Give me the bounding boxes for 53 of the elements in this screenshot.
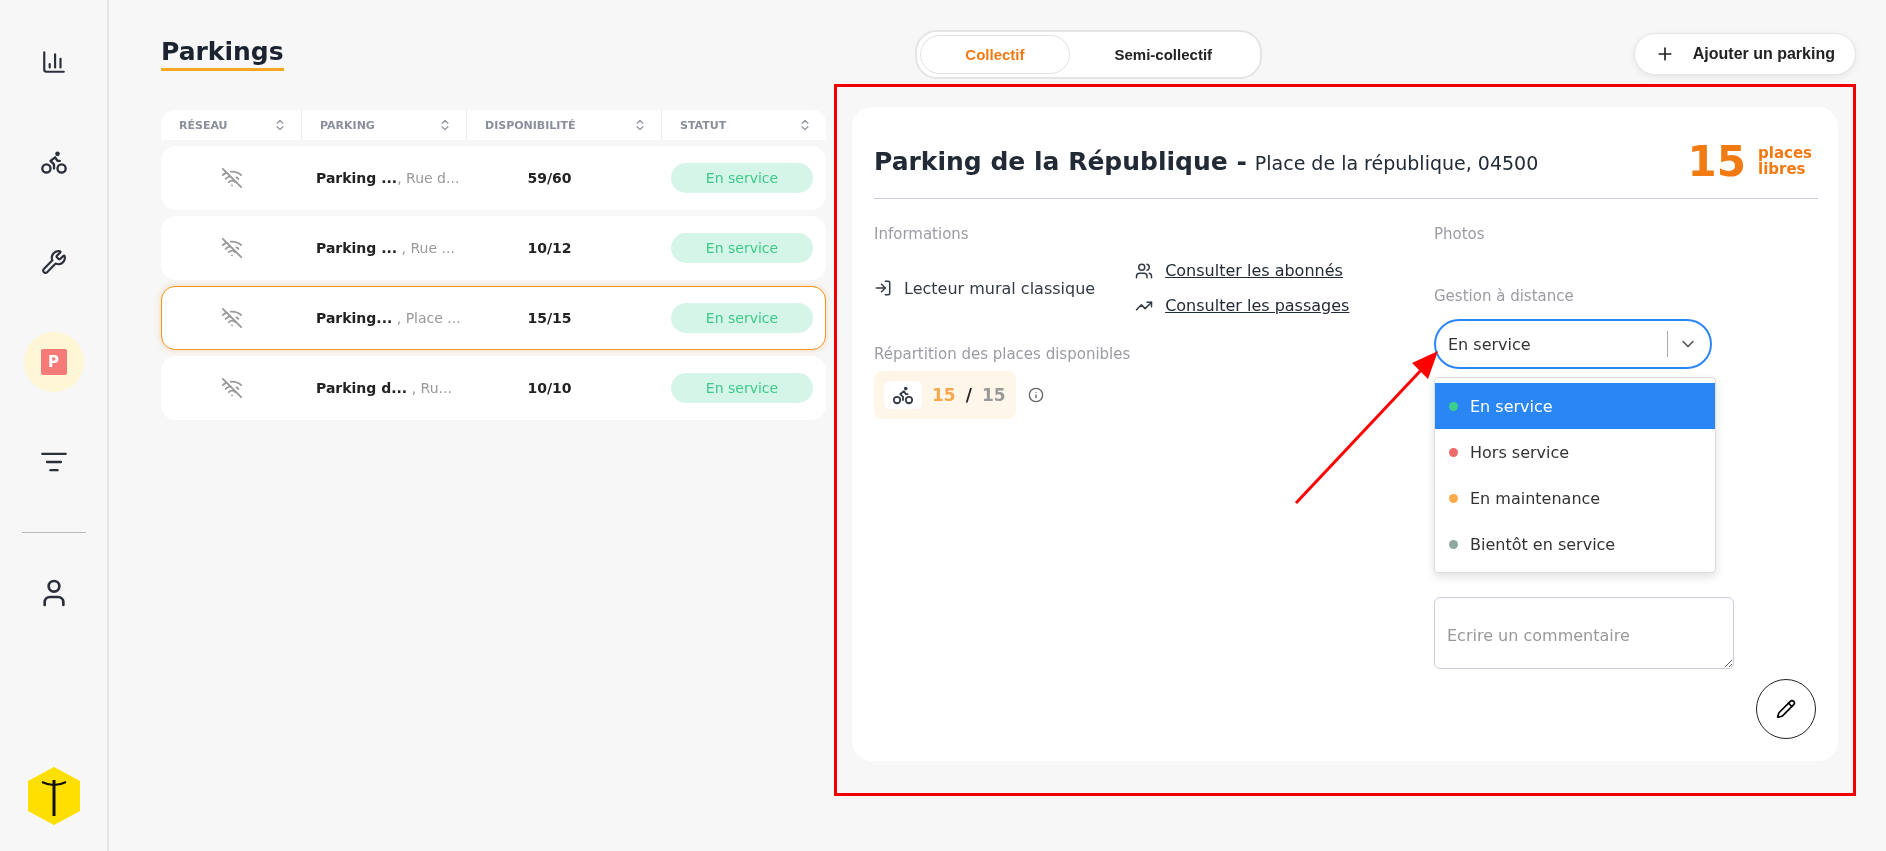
column-header: PARKING — [320, 118, 375, 132]
comment-field[interactable]: Ecrire un commentaire — [1434, 597, 1734, 669]
parking-name: Parking de la République - — [874, 147, 1247, 176]
column-header: DISPONIBILITÉ — [485, 118, 576, 132]
section-label: Photos — [1434, 225, 1486, 243]
wrench-icon[interactable] — [40, 249, 67, 275]
table-row[interactable]: Parking ... , Rue ... 10/12 En service — [161, 216, 826, 280]
add-parking-button[interactable]: Ajouter un parking — [1633, 33, 1856, 75]
status-badge: En service — [671, 303, 813, 333]
availability-chip: 15 / 15 — [874, 371, 1016, 419]
edit-button[interactable] — [1756, 679, 1816, 739]
reader-type: Lecteur mural classique — [904, 278, 1096, 298]
table-cell-text: Parking ..., Rue d... — [315, 170, 461, 186]
status-badge: En service — [671, 373, 813, 403]
offline-icon — [221, 307, 243, 329]
table-cell-text: Parking d... , Ru... — [315, 380, 453, 396]
table-cell-text: 10/12 — [526, 240, 573, 256]
offline-icon — [221, 377, 243, 399]
users-icon — [1135, 261, 1154, 280]
bar-chart-icon[interactable] — [40, 49, 67, 75]
status-badge: En service — [671, 163, 813, 193]
dropdown-option[interactable]: En service — [1435, 383, 1715, 429]
bike-logo — [25, 766, 82, 826]
column-header: RÉSEAU — [179, 118, 228, 132]
status-badge: En service — [671, 233, 813, 263]
table-row[interactable]: Parking d... , Ru... 10/10 En service — [161, 356, 826, 420]
table-cell-text: 59/60 — [526, 170, 573, 186]
section-label: Gestion à distance — [1434, 287, 1575, 305]
section-label: Informations — [874, 225, 970, 243]
offline-icon — [221, 167, 243, 189]
column-header: STATUT — [680, 118, 727, 132]
sign-in-icon — [874, 279, 892, 297]
link[interactable]: Consulter les abonnés — [1165, 261, 1343, 280]
info-icon[interactable] — [1027, 387, 1044, 403]
table-row[interactable]: Parking ..., Rue d... 59/60 En service — [161, 146, 826, 210]
section-label: Répartition des places disponibles — [874, 345, 1132, 363]
table-cell-text: 15/15 — [526, 310, 573, 326]
parking-address: Place de la république, 04500 — [1254, 152, 1539, 174]
free-label: places libres — [1758, 145, 1813, 178]
offline-icon — [221, 237, 243, 259]
dropdown-option[interactable]: En maintenance — [1435, 475, 1715, 521]
table-cell-text: Parking... , Place ... — [315, 310, 462, 326]
dropdown-option[interactable]: Hors service — [1435, 429, 1715, 475]
status-select[interactable]: En service — [1434, 319, 1712, 369]
dropdown-option[interactable]: Bientôt en service — [1435, 521, 1715, 567]
free-count: 15 — [1687, 137, 1746, 186]
table-cell-text: Parking ... , Rue ... — [315, 240, 456, 256]
table-cell-text: 10/10 — [526, 380, 573, 396]
link[interactable]: Consulter les passages — [1165, 296, 1350, 315]
table-row[interactable]: Parking... , Place ... 15/15 En service — [161, 286, 826, 350]
pencil-icon — [1776, 699, 1796, 719]
bike-icon — [892, 384, 914, 406]
page-title: Parkings — [161, 37, 284, 71]
